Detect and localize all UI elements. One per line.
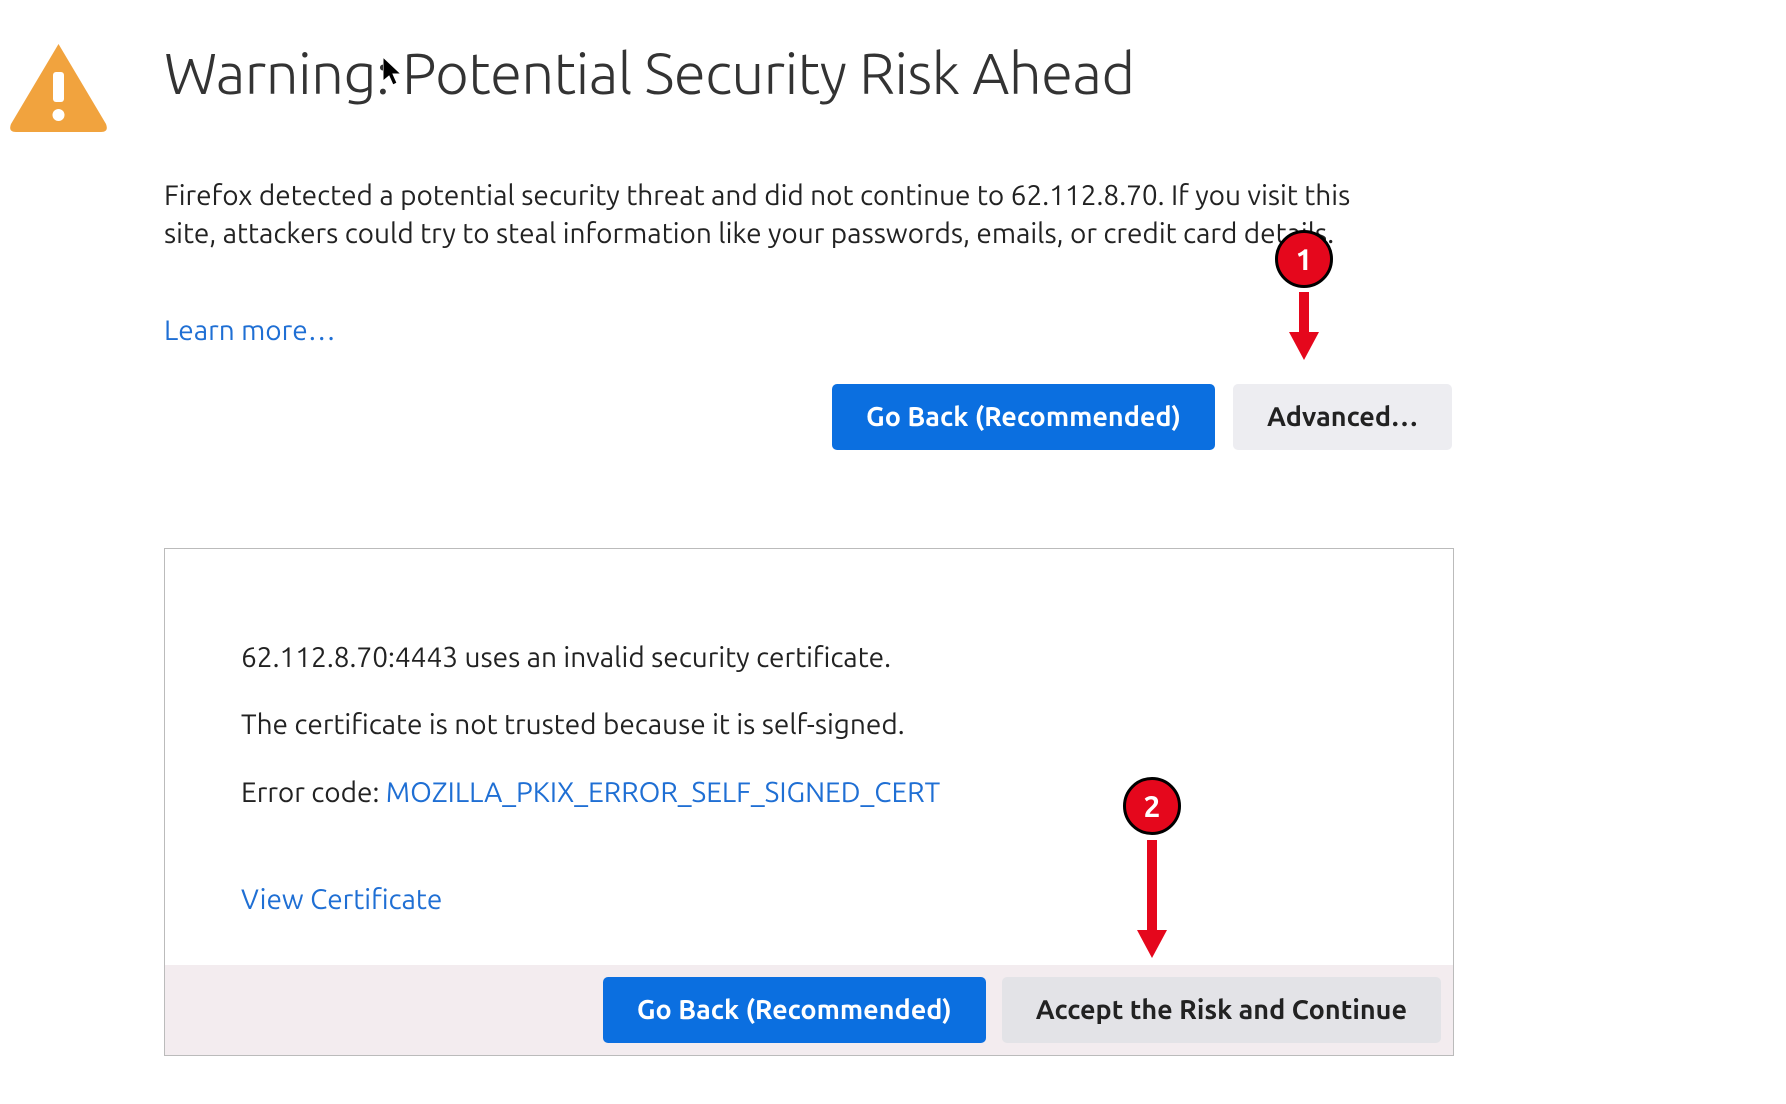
- error-code-line: Error code: MOZILLA_PKIX_ERROR_SELF_SIGN…: [241, 774, 1377, 812]
- warning-description: Firefox detected a potential security th…: [164, 177, 1404, 253]
- page-title: Warning: Potential Security Risk Ahead: [164, 40, 1454, 105]
- warning-triangle-icon: [8, 42, 109, 138]
- annotation-badge-1: 1: [1275, 230, 1333, 288]
- error-code-label: Error code:: [241, 777, 386, 808]
- primary-button-row: Go Back (Recommended) Advanced…: [164, 384, 1452, 450]
- accept-risk-button[interactable]: Accept the Risk and Continue: [1002, 977, 1441, 1043]
- annotation-arrow-2-icon: [1137, 840, 1167, 964]
- view-certificate-link[interactable]: View Certificate: [241, 884, 442, 915]
- annotation-arrow-1-icon: [1289, 292, 1319, 366]
- error-page-content: Warning: Potential Security Risk Ahead F…: [164, 40, 1454, 1056]
- error-code-link[interactable]: MOZILLA_PKIX_ERROR_SELF_SIGNED_CERT: [386, 777, 940, 808]
- advanced-button[interactable]: Advanced…: [1233, 384, 1452, 450]
- annotation-badge-2: 2: [1123, 777, 1181, 835]
- advanced-button-row: Go Back (Recommended) Accept the Risk an…: [165, 965, 1453, 1055]
- advanced-details-content: 62.112.8.70:4443 uses an invalid securit…: [165, 549, 1453, 965]
- go-back-button-advanced[interactable]: Go Back (Recommended): [603, 977, 986, 1043]
- advanced-details-panel: 62.112.8.70:4443 uses an invalid securit…: [164, 548, 1454, 1056]
- go-back-button[interactable]: Go Back (Recommended): [832, 384, 1215, 450]
- learn-more-link[interactable]: Learn more…: [164, 315, 336, 346]
- mouse-cursor-icon: [383, 57, 405, 91]
- invalid-cert-message: 62.112.8.70:4443 uses an invalid securit…: [241, 639, 1377, 677]
- cert-not-trusted-message: The certificate is not trusted because i…: [241, 706, 1377, 744]
